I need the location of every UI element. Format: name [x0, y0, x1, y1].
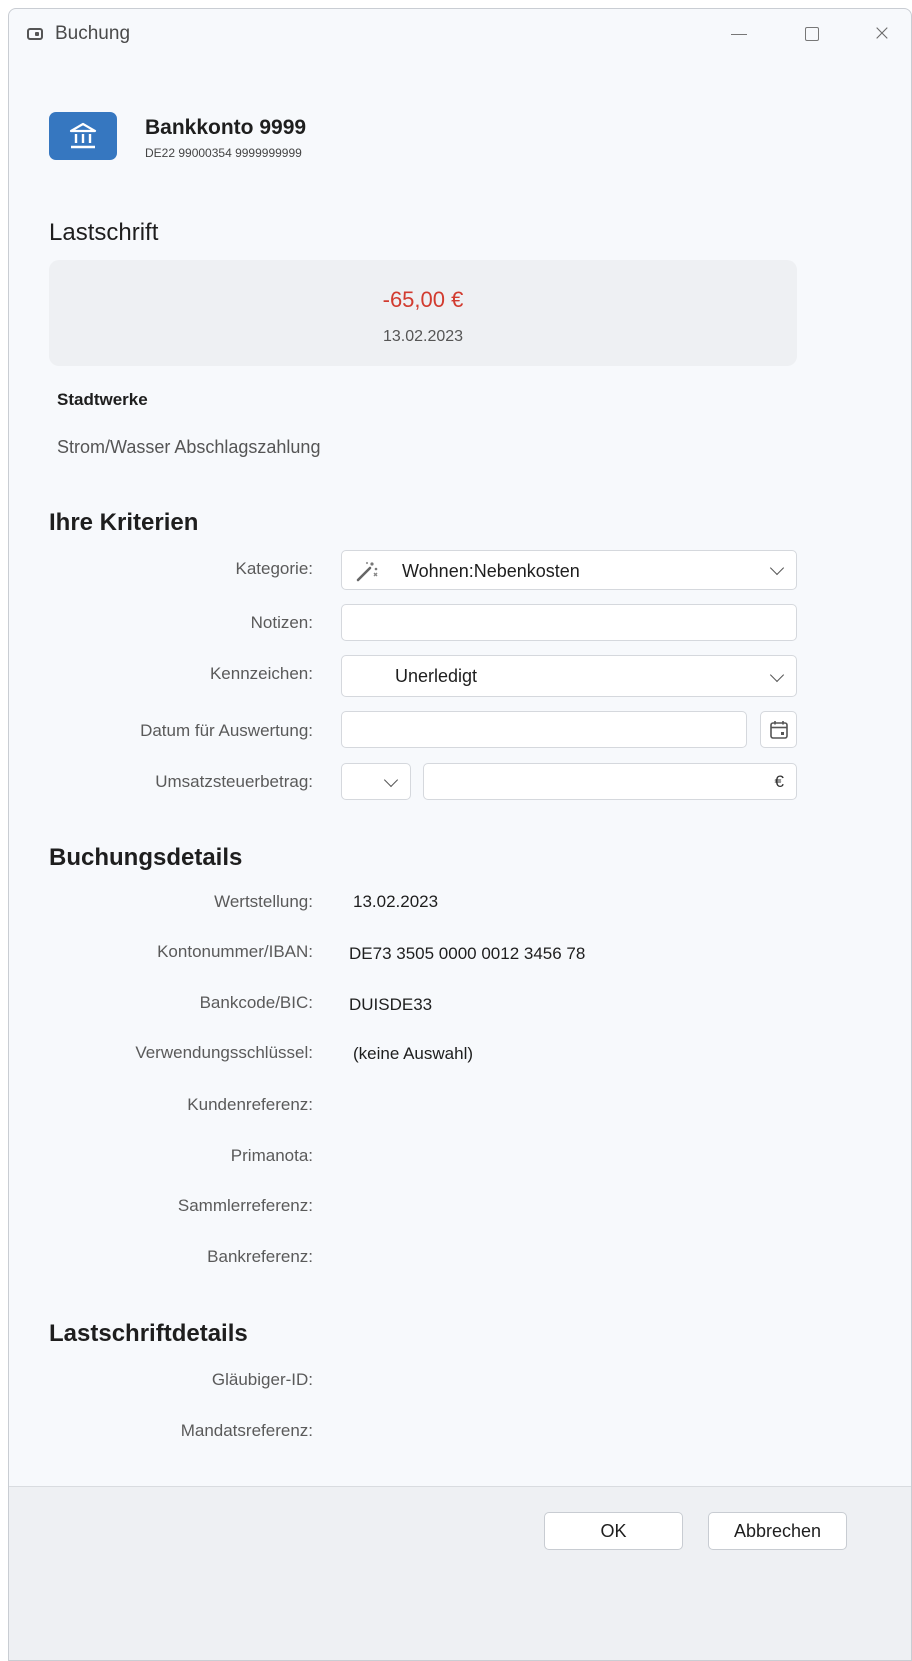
cancel-button[interactable]: Abbrechen — [708, 1512, 847, 1550]
vat-rate-select[interactable] — [341, 763, 411, 800]
mandate-ref-label: Mandatsreferenz: — [180, 1421, 313, 1440]
bank-ref-label: Bankreferenz: — [207, 1247, 313, 1266]
account-name: Bankkonto 9999 — [145, 116, 307, 139]
amount-value: -65,00 € — [382, 287, 464, 312]
vat-label: Umsatzsteuerbetrag: — [155, 772, 313, 791]
dialog-footer: OK Abbrechen — [9, 1486, 911, 1660]
notes-label: Notizen: — [250, 613, 313, 632]
collector-ref-label: Sammlerreferenz: — [177, 1196, 313, 1215]
criteria-heading: Ihre Kriterien — [49, 509, 199, 536]
bic-value: DUISDE33 — [349, 995, 433, 1014]
customer-ref-label: Kundenreferenz: — [187, 1095, 313, 1114]
booking-dialog: Buchung × Bankkonto 9999 DE22 99000354 9… — [8, 8, 912, 1661]
bank-icon — [49, 112, 117, 160]
eval-date-input[interactable] — [341, 711, 747, 748]
iban-label: Kontonummer/IBAN: — [157, 942, 313, 961]
purpose-key-label: Verwendungsschlüssel: — [135, 1043, 313, 1062]
booking-details-heading: Buchungsdetails — [49, 844, 243, 871]
purpose-text: Strom/Wasser Abschlagszahlung — [57, 437, 321, 457]
window-icon — [27, 28, 43, 40]
chevron-down-icon — [769, 560, 785, 576]
category-select[interactable]: Wohnen:Nebenkosten — [341, 550, 797, 590]
calendar-button[interactable] — [760, 711, 797, 748]
transaction-type-heading: Lastschrift — [49, 219, 159, 246]
iban-value: DE73 3505 0000 0012 3456 78 — [349, 944, 586, 963]
amount-card: -65,00 € 13.02.2023 — [49, 260, 797, 366]
creditor-id-label: Gläubiger-ID: — [211, 1370, 313, 1389]
payee-name: Stadtwerke — [57, 390, 148, 409]
notes-input[interactable] — [341, 604, 797, 641]
vat-amount-input[interactable]: € — [423, 763, 797, 800]
eval-date-label: Datum für Auswertung: — [140, 721, 313, 740]
flag-select[interactable]: Unerledigt — [341, 655, 797, 697]
debit-details-heading: Lastschriftdetails — [49, 1320, 248, 1347]
category-label: Kategorie: — [235, 559, 314, 578]
chevron-down-icon — [769, 667, 785, 683]
close-icon[interactable]: × — [859, 19, 905, 49]
flag-value: Unerledigt — [395, 666, 478, 686]
calendar-icon — [770, 721, 788, 739]
value-date-value: 13.02.2023 — [353, 892, 439, 911]
maximize-icon[interactable] — [789, 19, 835, 49]
minimize-icon[interactable] — [715, 19, 761, 49]
magic-wand-icon — [356, 561, 378, 582]
amount-date: 13.02.2023 — [382, 328, 464, 345]
value-date-label: Wertstellung: — [214, 892, 313, 911]
flag-label: Kennzeichen: — [209, 664, 313, 683]
category-value: Wohnen:Nebenkosten — [402, 561, 580, 581]
title-bar: Buchung × — [9, 9, 911, 59]
ok-button[interactable]: OK — [544, 1512, 683, 1550]
bic-label: Bankcode/BIC: — [199, 993, 313, 1012]
primanota-label: Primanota: — [230, 1146, 313, 1165]
chevron-down-icon — [383, 772, 399, 788]
purpose-key-value: (keine Auswahl) — [353, 1044, 474, 1063]
currency-label: € — [774, 772, 784, 791]
account-iban: DE22 99000354 9999999999 — [145, 146, 302, 160]
window-title: Buchung — [55, 23, 131, 44]
